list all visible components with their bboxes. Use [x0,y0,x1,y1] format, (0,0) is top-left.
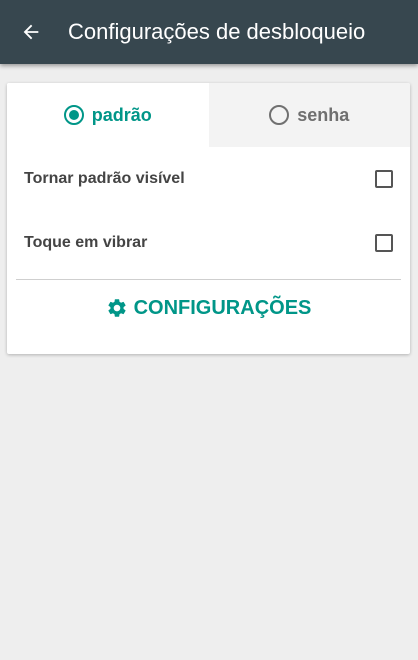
option-label: Tornar padrão visível [24,170,185,187]
tab-password-label: senha [297,104,350,125]
radio-selected-icon [63,105,84,125]
tab-password[interactable]: senha [208,83,410,147]
settings-button-label: CONFIGURAÇÕES [133,296,312,319]
back-button[interactable] [11,12,51,52]
unlock-type-tabs: padrão senha [7,83,410,147]
tab-pattern[interactable]: padrão [7,83,209,147]
unlock-settings-card: padrão senha Tornar padrão visível Toque… [7,83,410,354]
app-bar: Configurações de desbloqueio [0,0,418,64]
settings-button[interactable]: CONFIGURAÇÕES [7,280,410,336]
option-row-pattern-visible[interactable]: Tornar padrão visível [7,147,410,211]
vibrate-checkbox[interactable] [375,234,393,252]
arrow-left-icon [23,24,39,40]
pattern-visible-checkbox[interactable] [375,170,393,188]
gear-icon [106,297,128,319]
option-row-vibrate[interactable]: Toque em vibrar [7,211,410,275]
page-title: Configurações de desbloqueio [68,19,366,44]
radio-unselected-icon [269,105,290,125]
option-label: Toque em vibrar [24,234,148,251]
tab-pattern-label: padrão [91,104,152,125]
